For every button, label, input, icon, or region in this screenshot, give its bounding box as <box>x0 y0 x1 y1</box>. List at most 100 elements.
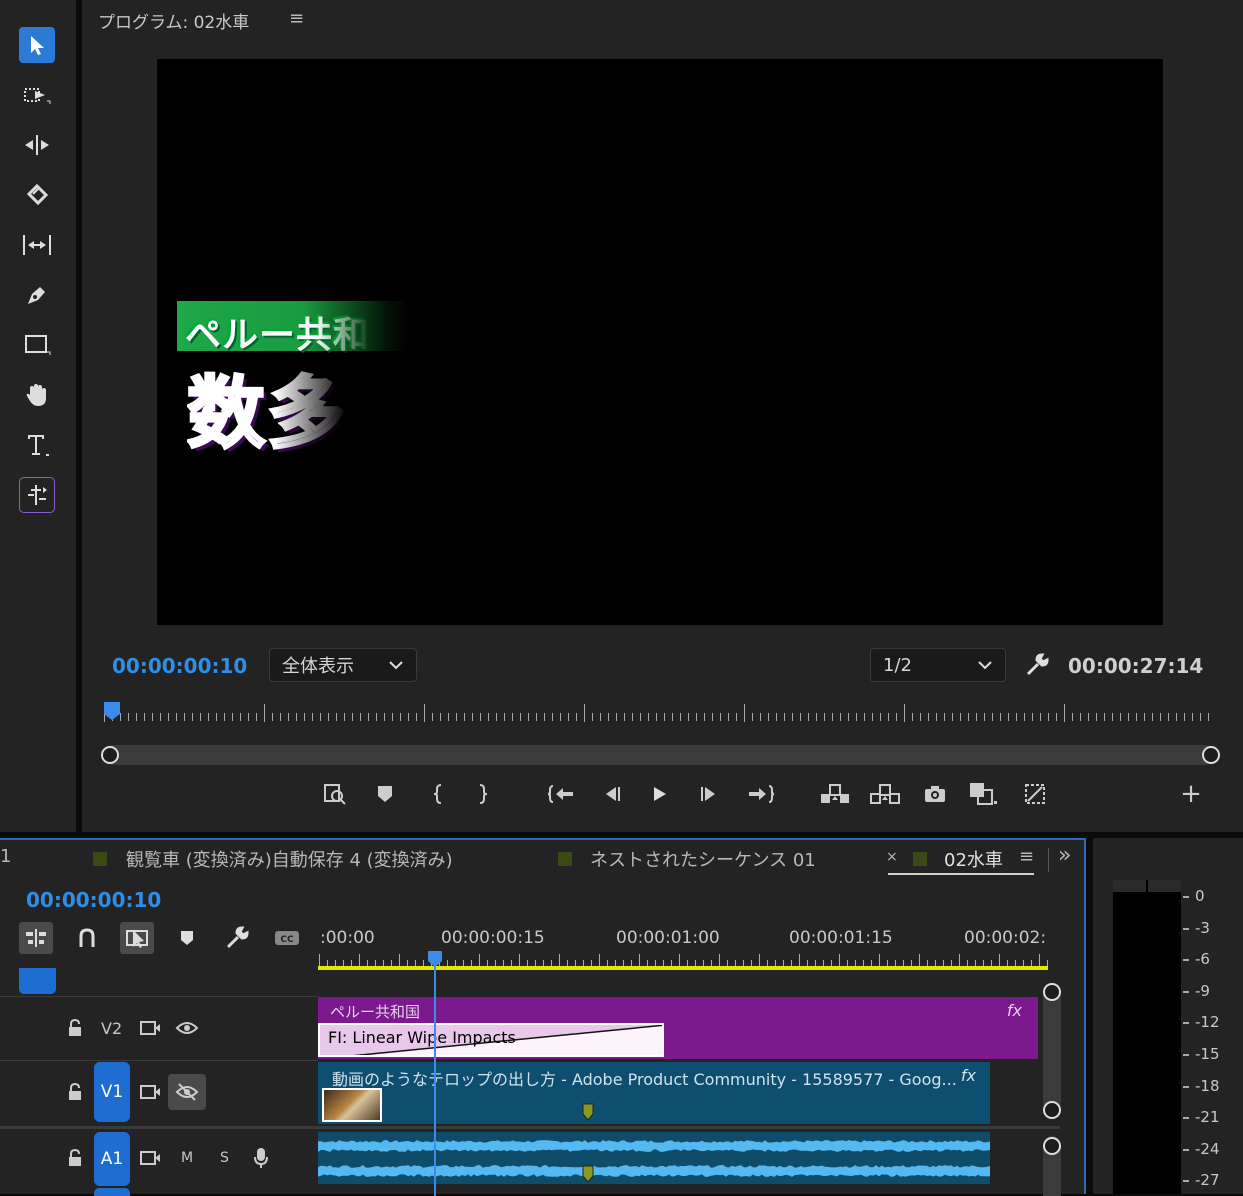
track-target-a2[interactable] <box>94 1188 130 1196</box>
track-select-tool-icon[interactable] <box>19 77 55 113</box>
lock-track-icon[interactable] <box>66 1082 84 1106</box>
video-audio-divider[interactable] <box>0 1126 1060 1129</box>
fx-badge-icon[interactable]: fx <box>961 1066 976 1085</box>
scrollbar-start-handle[interactable] <box>101 746 119 764</box>
ruler-tick <box>648 713 649 721</box>
track-name-v2[interactable]: V2 <box>101 1019 122 1038</box>
scrollbar-handle[interactable] <box>1043 1101 1061 1119</box>
ruler-tick <box>656 713 657 721</box>
playhead-line[interactable] <box>434 955 436 1196</box>
extract-icon[interactable] <box>868 780 902 808</box>
scrollbar-end-handle[interactable] <box>1202 746 1220 764</box>
ruler-tick <box>432 713 433 721</box>
wrench-icon[interactable] <box>1024 652 1050 682</box>
monitor-playhead-handle[interactable] <box>104 702 120 720</box>
linked-selection-icon[interactable] <box>120 922 154 954</box>
comparison-view-icon[interactable] <box>968 780 998 808</box>
ruler-tick <box>192 713 193 721</box>
insert-marker-search-icon[interactable] <box>320 780 350 808</box>
solo-track-button[interactable]: S <box>220 1150 229 1166</box>
sync-lock-icon[interactable] <box>139 1020 161 1040</box>
add-marker-icon[interactable] <box>370 780 400 808</box>
proxy-toggle-icon[interactable] <box>1020 780 1050 808</box>
keyframe-marker-icon[interactable] <box>581 1102 595 1122</box>
tab-sequence-1[interactable]: 観覧車 (変換済み)自動保存 4 (変換済み) <box>126 846 453 872</box>
lock-track-icon[interactable] <box>66 1148 84 1172</box>
clip-v1-video[interactable]: 動画のようなテロップの出し方 - Adobe Product Community… <box>318 1062 990 1124</box>
tab-overflow-icon[interactable]: » <box>1058 843 1071 868</box>
razor-tool-icon[interactable] <box>19 177 55 213</box>
voice-over-mic-icon[interactable] <box>252 1146 270 1174</box>
ruler-tick <box>792 713 793 721</box>
clip-a1-audio[interactable] <box>318 1132 990 1184</box>
video-tracks-scrollbar[interactable] <box>1043 983 1061 1110</box>
hand-tool-icon[interactable] <box>19 377 55 413</box>
keyframe-marker-icon[interactable] <box>581 1164 595 1184</box>
toggle-output-eye-icon[interactable] <box>175 1020 199 1040</box>
toggle-output-eye-off-icon[interactable] <box>168 1074 206 1110</box>
button-editor-add-icon[interactable]: + <box>1176 779 1206 809</box>
remix-tool-icon[interactable] <box>19 477 55 513</box>
scrollbar-handle[interactable] <box>1043 983 1061 1001</box>
selection-tool-icon[interactable] <box>19 27 55 63</box>
ruler-tick <box>1168 713 1169 721</box>
panel-menu-icon[interactable]: ≡ <box>289 8 304 29</box>
tab-partial[interactable]: 1 <box>0 846 11 867</box>
audio-waveform <box>318 1140 990 1177</box>
fx-badge-icon[interactable]: fx <box>1007 1001 1022 1020</box>
play-icon[interactable] <box>644 780 674 808</box>
video-preview[interactable]: ペルー共和 数多 <box>157 59 1163 625</box>
add-marker-icon[interactable] <box>170 922 204 954</box>
mute-track-button[interactable]: M <box>181 1150 193 1166</box>
zoom-level-value: 全体表示 <box>282 656 354 677</box>
tab-close-icon[interactable]: × <box>886 849 898 865</box>
ruler-tick <box>839 954 840 966</box>
nest-sequences-icon[interactable] <box>19 922 53 954</box>
ruler-tick <box>472 713 473 721</box>
timeline-settings-wrench-icon[interactable] <box>220 922 254 954</box>
monitor-time-ruler[interactable] <box>102 700 1212 726</box>
ruler-tick <box>1000 713 1001 721</box>
waveform-channel <box>318 1165 990 1177</box>
lift-icon[interactable] <box>818 780 852 808</box>
zoom-level-select[interactable]: 全体表示 <box>269 648 417 682</box>
track-target-v3[interactable] <box>19 968 56 994</box>
monitor-zoom-scrollbar[interactable] <box>104 745 1214 765</box>
step-back-icon[interactable] <box>597 780 627 808</box>
slip-tool-icon[interactable] <box>19 227 55 263</box>
track-target-v1[interactable]: V1 <box>94 1062 130 1122</box>
go-to-out-icon[interactable] <box>745 780 775 808</box>
ruler-tick <box>832 713 833 721</box>
ripple-edit-tool-icon[interactable] <box>19 127 55 163</box>
timeline-timecode[interactable]: 00:00:00:10 <box>26 888 161 912</box>
ruler-tick <box>944 713 945 721</box>
meter-label: -3 <box>1195 918 1210 937</box>
rectangle-tool-icon[interactable] <box>19 327 55 363</box>
playback-resolution-select[interactable]: 1/2 <box>870 648 1006 682</box>
transition-linear-wipe[interactable]: FI: Linear Wipe Impacts <box>318 1023 664 1057</box>
captions-icon[interactable]: CC <box>270 922 304 954</box>
lock-track-icon[interactable] <box>66 1018 84 1042</box>
panel-title[interactable]: プログラム: 02水車 <box>98 8 249 33</box>
mark-in-icon[interactable] <box>423 780 453 808</box>
track-target-a1[interactable]: A1 <box>94 1132 130 1186</box>
tab-sequence-active[interactable]: 02水車 <box>944 846 1003 872</box>
sync-lock-icon[interactable] <box>139 1150 161 1170</box>
export-frame-camera-icon[interactable] <box>920 780 950 808</box>
playhead-handle[interactable] <box>427 950 443 968</box>
type-tool-icon[interactable] <box>19 427 55 463</box>
peak-indicator-left[interactable] <box>1113 880 1146 892</box>
peak-indicator-right[interactable] <box>1148 880 1181 892</box>
pen-tool-icon[interactable] <box>19 277 55 313</box>
go-to-in-icon[interactable] <box>547 780 577 808</box>
ruler-tick <box>160 713 161 721</box>
tab-sequence-2[interactable]: ネストされたシーケンス 01 <box>590 846 816 872</box>
playhead-timecode[interactable]: 00:00:00:10 <box>112 654 247 678</box>
mark-out-icon[interactable] <box>468 780 498 808</box>
step-forward-icon[interactable] <box>694 780 724 808</box>
snap-magnet-icon[interactable] <box>70 922 104 954</box>
sync-lock-icon[interactable] <box>139 1084 161 1104</box>
panel-menu-icon[interactable]: ≡ <box>1019 846 1034 867</box>
clip-v2-caption[interactable]: ペルー共和国 fx FI: Linear Wipe Impacts <box>318 997 1038 1059</box>
scrollbar-handle[interactable] <box>1043 1137 1061 1155</box>
